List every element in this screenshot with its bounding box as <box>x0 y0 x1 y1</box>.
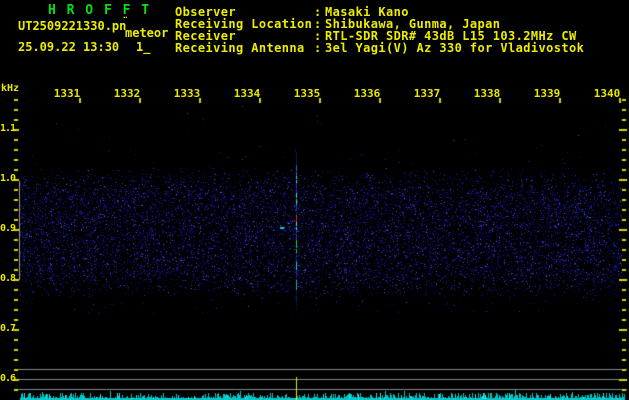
freq-axis-label: 0.7 <box>0 323 16 334</box>
info-row-separator: : <box>314 41 322 55</box>
time-axis-label: 1331 <box>53 87 81 100</box>
info-row: Receiving Antenna:3el Yagi(V) Az 330 for… <box>175 42 584 54</box>
time-axis-label: 1338 <box>473 87 501 100</box>
time-axis-label: 1335 <box>293 87 321 100</box>
info-row-label: Receiving Antenna <box>175 41 305 55</box>
freq-axis-label: 0.9 <box>0 223 16 234</box>
datetime-label: 25.09.22 13:30 <box>18 40 120 54</box>
time-axis-label: 1336 <box>353 87 381 100</box>
station-label: meteor <box>125 26 169 40</box>
time-axis-label: 1334 <box>233 87 261 100</box>
spectrogram-canvas <box>0 0 629 400</box>
info-row-value: 3el Yagi(V) Az 330 for Vladivostok <box>325 41 585 55</box>
observation-info-block: Observer: Masaki Kano Receiving Location: S… <box>175 6 584 54</box>
filename-label: UT2509221330.pn <box>18 19 127 33</box>
hrofft-screenshot: H R O F F T UT2509221330.pn ¨ meteor 25.… <box>0 0 629 400</box>
y-axis-unit-label: kHz <box>1 83 20 94</box>
time-axis-label: 1332 <box>113 87 141 100</box>
echo-counter-label: 1_ <box>136 40 151 54</box>
time-axis-label: 1333 <box>173 87 201 100</box>
freq-axis-label: 1.0 <box>0 173 16 184</box>
app-title: H R O F F T <box>48 3 151 18</box>
freq-axis-label: 0.8 <box>0 273 16 284</box>
freq-axis-label: 0.6 <box>0 373 16 384</box>
freq-axis-label: 1.1 <box>0 123 16 134</box>
time-axis-label: 1340 <box>593 87 621 100</box>
time-axis-label: 1337 <box>413 87 441 100</box>
time-axis-label: 1339 <box>533 87 561 100</box>
